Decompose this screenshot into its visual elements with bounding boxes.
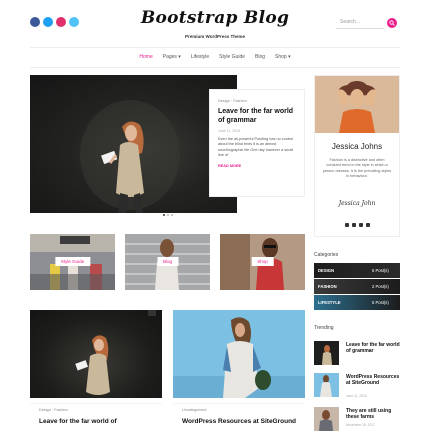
facebook-icon[interactable] bbox=[344, 223, 349, 227]
trending-item-title[interactable]: WordPress Resources at SiteGround bbox=[346, 374, 404, 386]
categories-list: DESIGN 5 Post(s) FASHION 2 Post(s) LIFES… bbox=[314, 263, 400, 311]
author-bio: Fashion is a distinctive and often const… bbox=[322, 158, 392, 179]
trending-item-date: June 11, 2018 bbox=[346, 394, 367, 398]
nav-item-home[interactable]: Home bbox=[139, 54, 152, 60]
slider-dot[interactable] bbox=[171, 214, 173, 216]
author-social-links bbox=[315, 223, 399, 227]
post-card: Design · Fashion Leave for the far world… bbox=[30, 403, 162, 434]
nav-item-pages[interactable]: Pages ▾ bbox=[163, 54, 181, 60]
search-form[interactable]: Search... bbox=[336, 15, 400, 31]
trending-item-title[interactable]: They are still using these farms bbox=[346, 408, 404, 420]
feature-date: June 11, 2018 bbox=[218, 129, 240, 133]
nav-item-style-guide[interactable]: Style Guide bbox=[219, 54, 245, 60]
category-name[interactable]: DESIGN bbox=[318, 268, 334, 273]
thumb-blog[interactable]: Blog bbox=[125, 234, 210, 290]
read-more-link[interactable]: READ MORE bbox=[218, 164, 296, 168]
author-photo bbox=[315, 76, 399, 133]
twitter-icon[interactable] bbox=[351, 223, 356, 227]
woman-reading-photo bbox=[80, 100, 180, 213]
categories-title: Categories bbox=[314, 252, 339, 258]
woman-reading-photo bbox=[322, 345, 332, 365]
trending-item-title[interactable]: Leave for the far world of grammar bbox=[346, 342, 404, 354]
nav-divider-bottom bbox=[30, 67, 400, 68]
post-category[interactable]: Uncategorized bbox=[182, 408, 296, 412]
post-title[interactable]: Leave for the far world of bbox=[39, 418, 153, 425]
trending-thumb[interactable] bbox=[314, 373, 339, 397]
about-widget: Jessica Johns Fashion is a distinctive a… bbox=[314, 75, 400, 237]
post-title[interactable]: WordPress Resources at SiteGround bbox=[182, 418, 296, 425]
category-name[interactable]: FASHION bbox=[318, 284, 337, 289]
category-name[interactable]: LIFESTYLE bbox=[318, 300, 341, 305]
author-name: Jessica Johns bbox=[331, 142, 383, 151]
woman-portrait-photo bbox=[319, 410, 333, 431]
thumb-label[interactable]: Blog bbox=[156, 257, 179, 266]
feature-category[interactable]: Design · Fashion bbox=[218, 99, 296, 103]
slider-dots bbox=[163, 214, 173, 216]
thumb-label[interactable]: Style Guide bbox=[54, 257, 91, 266]
post-image[interactable] bbox=[30, 310, 162, 398]
post-image[interactable] bbox=[173, 310, 305, 398]
nav-item-blog[interactable]: Blog bbox=[255, 54, 265, 60]
search-button[interactable] bbox=[387, 18, 397, 28]
author-signature: Jessica John bbox=[338, 200, 376, 207]
pinterest-icon[interactable] bbox=[365, 223, 370, 227]
trending-item-date: November 15, 2017 bbox=[346, 423, 375, 427]
trending-thumb[interactable] bbox=[314, 407, 339, 431]
trending-thumb[interactable] bbox=[314, 341, 339, 365]
feature-excerpt: Even the all-powerful Pointing has no co… bbox=[218, 137, 294, 158]
slider-dot[interactable] bbox=[167, 214, 169, 216]
trending-title: Trending bbox=[314, 325, 334, 331]
site-tagline: Premium WordPress Theme bbox=[185, 34, 245, 39]
category-item[interactable]: DESIGN 5 Post(s) bbox=[314, 263, 400, 278]
thumb-shop[interactable]: Shop bbox=[220, 234, 305, 290]
woman-reading-photo bbox=[75, 310, 156, 395]
category-count: 5 Post(s) bbox=[372, 268, 389, 273]
category-count: 2 Post(s) bbox=[372, 284, 389, 289]
nav-item-shop[interactable]: Shop ▾ bbox=[275, 54, 291, 60]
nav-item-lifestyle[interactable]: Lifestyle bbox=[191, 54, 209, 60]
trending-item[interactable]: They are still using these farms Novembe… bbox=[314, 407, 404, 431]
woman-wall-photo bbox=[320, 375, 332, 397]
woman-wall-photo bbox=[173, 310, 305, 398]
woman-hat-photo bbox=[315, 76, 399, 133]
trending-item[interactable]: Leave for the far world of grammar bbox=[314, 341, 404, 365]
search-underline bbox=[336, 28, 384, 29]
category-item[interactable]: LIFESTYLE 5 Post(s) bbox=[314, 295, 400, 310]
feature-title[interactable]: Leave for the far world of grammar bbox=[218, 107, 296, 125]
instagram-icon[interactable] bbox=[358, 223, 363, 227]
nav-divider-top bbox=[30, 47, 400, 48]
slider-dot[interactable] bbox=[163, 214, 165, 216]
category-count: 5 Post(s) bbox=[372, 300, 389, 305]
trending-item[interactable]: WordPress Resources at SiteGround June 1… bbox=[314, 373, 404, 398]
post-category[interactable]: Design · Fashion bbox=[39, 408, 153, 412]
post-card: Uncategorized WordPress Resources at Sit… bbox=[173, 403, 305, 434]
thumb-label[interactable]: Shop bbox=[251, 257, 274, 266]
thumb-style-guide[interactable]: Style Guide bbox=[30, 234, 115, 290]
search-icon bbox=[389, 20, 395, 26]
search-input[interactable]: Search... bbox=[340, 19, 360, 25]
feature-image[interactable] bbox=[30, 75, 237, 213]
feature-card: Design · Fashion Leave for the far world… bbox=[209, 89, 305, 197]
main-nav: Home Pages ▾ Lifestyle Style Guide Blog … bbox=[0, 54, 430, 60]
category-item[interactable]: FASHION 2 Post(s) bbox=[314, 279, 400, 294]
